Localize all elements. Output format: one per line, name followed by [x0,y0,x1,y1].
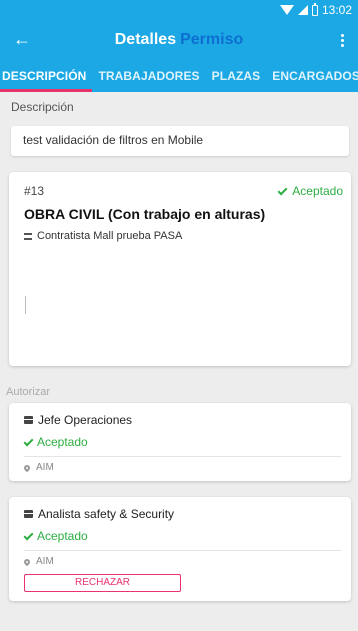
authorizer-location-label: AIM [36,556,54,567]
authorizer-name: Analista safety & Security [24,507,174,521]
permit-title: OBRA CIVIL (Con trabajo en alturas) [24,206,266,222]
check-icon [277,185,288,195]
permit-card: #13 Aceptado OBRA CIVIL (Con trabajo en … [9,172,351,366]
briefcase-icon [24,510,33,518]
signal-icon [297,5,308,15]
contractor-label: Contratista Mall prueba PASA [37,230,183,242]
tab-trabajadores[interactable]: TRABAJADORES [92,60,205,92]
authorizer-status: Aceptado [23,529,88,543]
list-icon [24,232,32,240]
description-label: Descripción [11,100,74,114]
app-bar: ← Detalles Permiso [0,20,358,60]
check-icon [23,436,34,446]
battery-icon [311,2,318,16]
authorizer-name-label: Analista safety & Security [38,507,175,521]
content-area: Descripción test validación de filtros e… [0,92,358,631]
tab-encargados[interactable]: ENCARGADOS [266,60,358,92]
authorizer-status: Aceptado [23,435,88,449]
check-icon [23,530,34,540]
reject-button[interactable]: RECHAZAR [24,574,181,592]
authorizer-location-label: AIM [36,462,54,473]
authorize-label: Autorizar [6,386,51,398]
authorizer-name-label: Jefe Operaciones [38,413,133,427]
tab-descripcion[interactable]: DESCRIPCIÓN [0,60,93,92]
permit-number: #13 [24,184,45,198]
status-icons: 13:02 [279,2,352,17]
divider [24,550,341,551]
tab-bar: DESCRIPCIÓN TRABAJADORES PLAZAS ENCARGAD… [0,60,358,92]
permit-status-label: Aceptado [292,184,343,198]
authorizer-card: Analista safety & Security Aceptado AIM … [9,497,351,601]
status-bar: 13:02 [0,0,358,20]
authorizer-location: AIM [22,462,54,473]
authorizer-location: AIM [22,556,54,567]
authorizer-name: Jefe Operaciones [24,413,132,427]
status-time: 13:02 [321,3,352,17]
title-part-1: Detalles [114,31,177,48]
tab-plazas[interactable]: PLAZAS [206,60,267,92]
description-field[interactable]: test validación de filtros en Mobile [11,126,349,156]
authorizer-status-label: Aceptado [37,435,88,449]
permit-contractor: Contratista Mall prueba PASA [24,230,182,242]
permit-status: Aceptado [277,184,343,198]
text-cursor [25,296,26,314]
more-vert-icon[interactable] [334,28,350,52]
page-title: Detalles Permiso [0,31,358,49]
authorizer-status-label: Aceptado [37,529,88,543]
divider [24,456,341,457]
authorizer-card: Jefe Operaciones Aceptado AIM [9,403,351,481]
briefcase-icon [24,416,33,424]
wifi-icon [279,5,294,15]
location-pin-icon [22,557,32,566]
location-pin-icon [22,463,32,472]
title-part-2: Permiso [180,31,244,48]
